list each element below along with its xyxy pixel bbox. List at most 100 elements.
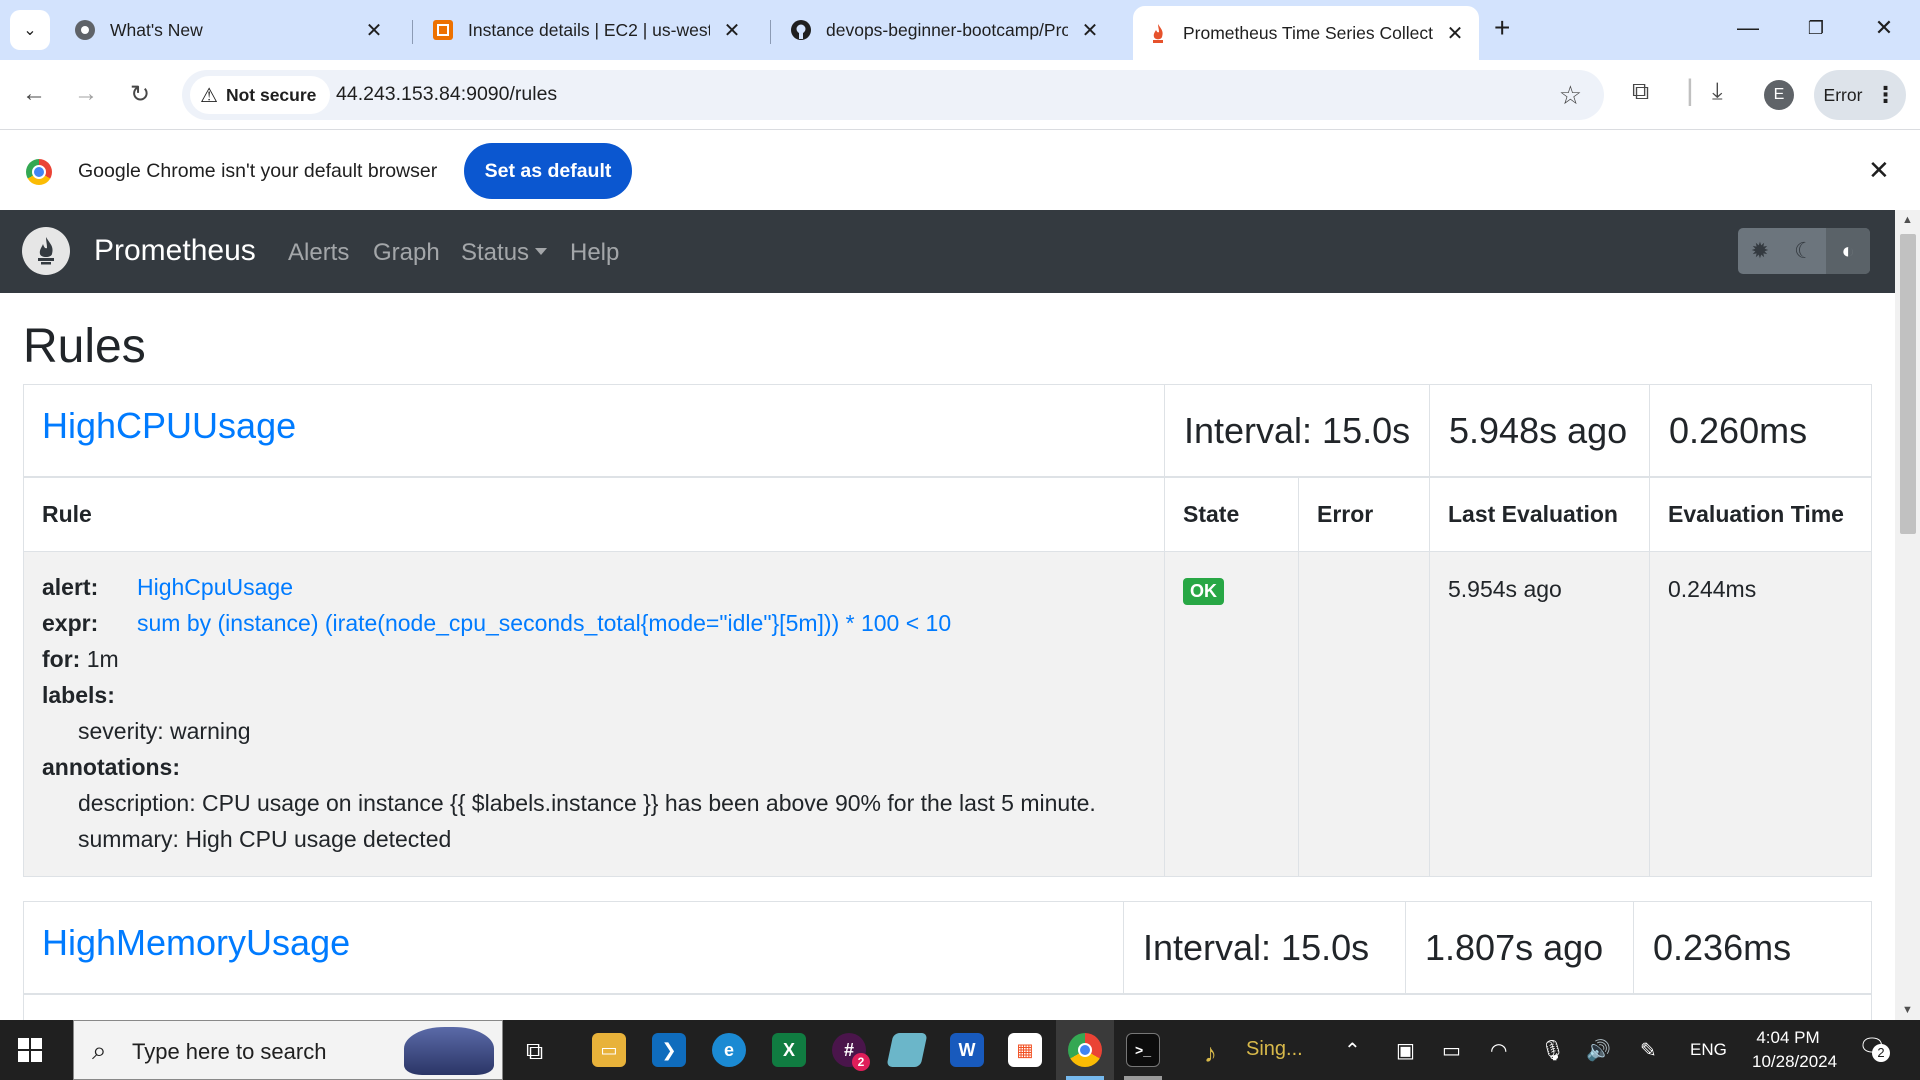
rule-annotations-key: annotations: bbox=[42, 754, 180, 781]
tab-whats-new[interactable]: What's New ✕ bbox=[60, 10, 398, 50]
tab-github[interactable]: devops-beginner-bootcamp/Prometheus ✕ bbox=[776, 10, 1114, 50]
close-icon[interactable]: ✕ bbox=[1445, 21, 1465, 46]
prometheus-logo-icon[interactable] bbox=[22, 227, 70, 275]
active-app-indicator bbox=[1066, 1076, 1104, 1080]
taskbar-clock[interactable]: 4:04 PM 10/28/2024 bbox=[1752, 1026, 1837, 1074]
rule-key: expr: bbox=[42, 610, 99, 636]
tab-separator bbox=[412, 20, 413, 44]
tab-prometheus[interactable]: Prometheus Time Series Collection and Pr… bbox=[1133, 6, 1479, 60]
nav-status-dropdown[interactable]: Status bbox=[461, 239, 548, 267]
rule-label-value: severity: warning bbox=[78, 718, 251, 744]
new-tab-button[interactable]: + bbox=[1494, 12, 1510, 44]
close-window-button[interactable]: ✕ bbox=[1864, 8, 1904, 48]
taskbar-search-box[interactable]: ⌕ Type here to search bbox=[73, 1020, 503, 1080]
security-chip[interactable]: ⚠ Not secure bbox=[190, 76, 331, 114]
notification-center-button[interactable]: 🗨 2 bbox=[1858, 1034, 1890, 1064]
brand-link[interactable]: Prometheus bbox=[94, 234, 256, 268]
windows-logo-icon bbox=[18, 1051, 29, 1062]
media-player-icon[interactable]: ♪ bbox=[1204, 1038, 1217, 1069]
chrome-taskbar-icon[interactable] bbox=[1068, 1033, 1102, 1067]
group-evaluation-time: 0.260ms bbox=[1649, 385, 1871, 476]
warning-icon: ⚠ bbox=[200, 84, 218, 107]
slack-icon[interactable]: #2 bbox=[832, 1033, 870, 1071]
microsoft-store-icon[interactable]: ▦ bbox=[1008, 1033, 1042, 1067]
windows-logo-icon bbox=[18, 1038, 29, 1049]
chevron-up-icon[interactable]: ⌃ bbox=[1344, 1038, 1361, 1063]
caret-down-icon bbox=[535, 248, 548, 255]
clock-time: 4:04 PM bbox=[1756, 1028, 1820, 1047]
notes-app-icon[interactable] bbox=[886, 1033, 928, 1067]
task-view-icon[interactable]: ⧉ bbox=[526, 1038, 543, 1066]
battery-icon[interactable]: ▭ bbox=[1442, 1038, 1461, 1063]
more-vert-icon: ⋮ bbox=[1874, 82, 1897, 107]
pen-icon[interactable]: ✎ bbox=[1640, 1038, 1657, 1063]
rule-group-name[interactable]: HighMemoryUsage bbox=[42, 922, 350, 964]
scrollbar-thumb[interactable] bbox=[1900, 234, 1916, 534]
error-menu-button[interactable]: Error ⋮ bbox=[1814, 70, 1906, 120]
volume-icon[interactable]: 🔊 bbox=[1586, 1038, 1611, 1063]
set-default-button[interactable]: Set as default bbox=[464, 143, 632, 199]
tab-search-button[interactable]: ⌄ bbox=[10, 10, 50, 50]
scroll-up-icon[interactable]: ▲ bbox=[1895, 210, 1920, 230]
terminal-icon[interactable]: >_ bbox=[1126, 1033, 1160, 1067]
input-language[interactable]: ENG bbox=[1690, 1040, 1727, 1060]
extensions-icon[interactable]: ⧉ bbox=[1632, 78, 1649, 106]
tab-strip: ⌄ What's New ✕ Instance details | EC2 | … bbox=[0, 0, 1920, 60]
media-title[interactable]: Sing... bbox=[1246, 1038, 1303, 1061]
prometheus-navbar: Prometheus Alerts Graph Status Help ✹ ☾ … bbox=[0, 210, 1895, 293]
auto-theme-button[interactable]: ◐ bbox=[1826, 228, 1870, 274]
restore-button[interactable]: ❐ bbox=[1796, 8, 1836, 48]
arrow-right-icon: → bbox=[74, 80, 98, 107]
nav-help[interactable]: Help bbox=[570, 239, 619, 267]
theme-toggle-group: ✹ ☾ ◐ bbox=[1738, 228, 1870, 274]
rule-state-cell: OK bbox=[1164, 552, 1298, 876]
taskbar-search-placeholder: Type here to search bbox=[132, 1039, 327, 1064]
edge-icon[interactable]: e bbox=[712, 1033, 746, 1067]
wifi-icon[interactable]: ◠ bbox=[1490, 1038, 1507, 1063]
nav-alerts[interactable]: Alerts bbox=[288, 239, 349, 267]
rule-expr-link[interactable]: sum by (instance) (irate(node_cpu_second… bbox=[137, 610, 951, 637]
file-explorer-icon[interactable]: ▭ bbox=[592, 1033, 626, 1067]
page-scrollbar[interactable]: ▲ ▼ bbox=[1895, 210, 1920, 1020]
rule-definition-cell: alert: HighCpuUsage expr: sum by (instan… bbox=[24, 552, 1164, 876]
table-row: alert: HighCpuUsage expr: sum by (instan… bbox=[24, 552, 1871, 876]
download-icon[interactable]: ⤓ bbox=[1712, 78, 1723, 106]
bookmark-star-icon[interactable]: ☆ bbox=[1559, 80, 1582, 111]
rule-alert-line: alert: HighCpuUsage bbox=[42, 574, 293, 601]
tab-ec2-instance[interactable]: Instance details | EC2 | us-west-2 ✕ bbox=[418, 10, 756, 50]
nav-graph[interactable]: Graph bbox=[373, 239, 440, 267]
excel-icon[interactable]: X bbox=[772, 1033, 806, 1067]
profile-avatar[interactable]: E bbox=[1764, 80, 1794, 110]
windows-start-button[interactable] bbox=[18, 1038, 42, 1062]
windows-logo-icon bbox=[31, 1038, 42, 1049]
back-button[interactable]: ← bbox=[16, 76, 52, 112]
vscode-icon[interactable]: ❯ bbox=[652, 1033, 686, 1067]
address-bar[interactable]: ⚠ Not secure 44.243.153.84:9090/rules ☆ bbox=[182, 70, 1604, 120]
forward-button[interactable]: → bbox=[68, 76, 104, 112]
close-icon: ✕ bbox=[1874, 15, 1894, 40]
light-theme-button[interactable]: ✹ bbox=[1738, 228, 1782, 274]
dark-theme-button[interactable]: ☾ bbox=[1782, 228, 1826, 274]
word-icon[interactable]: W bbox=[950, 1033, 984, 1067]
meet-now-icon[interactable]: ▣ bbox=[1396, 1038, 1415, 1063]
browser-toolbar: ← → ↻ ⚠ Not secure 44.243.153.84:9090/ru… bbox=[0, 60, 1920, 130]
close-icon[interactable]: ✕ bbox=[1080, 18, 1100, 43]
url-text[interactable]: 44.243.153.84:9090/rules bbox=[336, 83, 557, 106]
plus-icon: + bbox=[1494, 12, 1511, 43]
profile-initial: E bbox=[1773, 86, 1785, 103]
close-icon[interactable]: ✕ bbox=[1868, 155, 1890, 186]
rule-key: annotations: bbox=[42, 754, 180, 780]
close-icon[interactable]: ✕ bbox=[722, 18, 742, 43]
rule-key: for: bbox=[42, 646, 81, 672]
minimize-button[interactable]: — bbox=[1728, 8, 1768, 48]
tab-title: What's New bbox=[110, 19, 203, 40]
rule-alert-name-link[interactable]: HighCpuUsage bbox=[137, 574, 293, 601]
scroll-down-icon[interactable]: ▼ bbox=[1895, 1000, 1920, 1020]
rule-last-evaluation-cell: 5.954s ago bbox=[1429, 552, 1649, 876]
rule-group-name[interactable]: HighCPUUsage bbox=[42, 405, 296, 447]
microphone-icon[interactable]: 🎙 bbox=[1540, 1038, 1565, 1063]
close-icon[interactable]: ✕ bbox=[364, 18, 384, 43]
reload-icon: ↻ bbox=[129, 80, 151, 108]
reload-button[interactable]: ↻ bbox=[122, 76, 158, 112]
rule-for-line: for: 1m bbox=[42, 646, 119, 673]
